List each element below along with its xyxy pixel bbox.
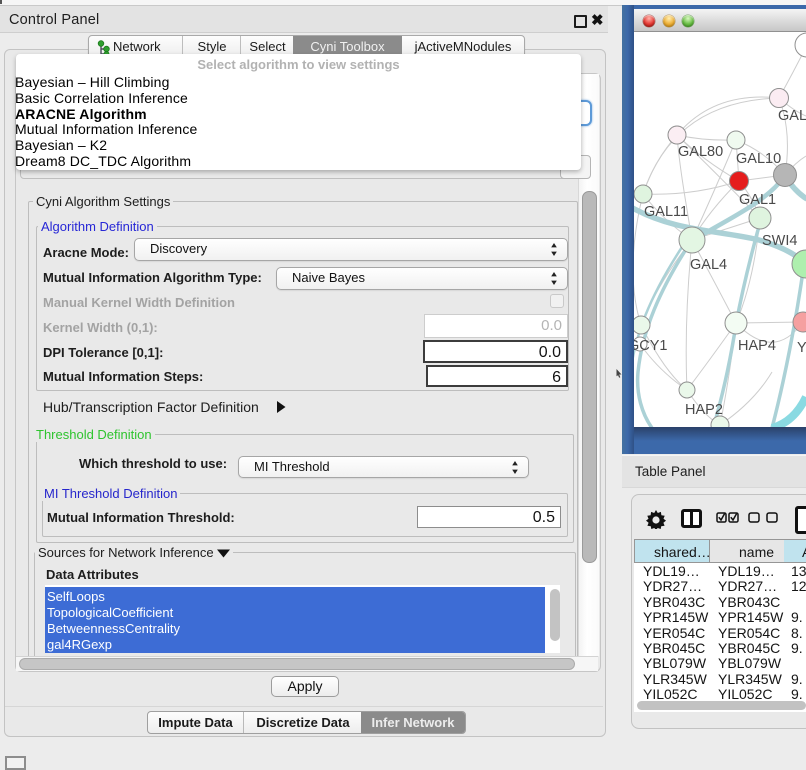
svg-text:GAL4: GAL4	[690, 257, 727, 273]
svg-text:SWI4: SWI4	[762, 233, 797, 249]
svg-text:GAL1: GAL1	[739, 192, 776, 208]
svg-text:GAL10: GAL10	[736, 151, 781, 167]
svg-text:GAL11: GAL11	[644, 204, 688, 220]
svg-text:Y: Y	[797, 340, 806, 356]
svg-text:GCY1: GCY1	[634, 338, 668, 354]
svg-text:HAP2: HAP2	[685, 402, 723, 418]
svg-text:GAL80: GAL80	[678, 144, 723, 160]
svg-text:GAL2: GAL2	[778, 108, 806, 124]
svg-text:HAP4: HAP4	[738, 338, 776, 354]
